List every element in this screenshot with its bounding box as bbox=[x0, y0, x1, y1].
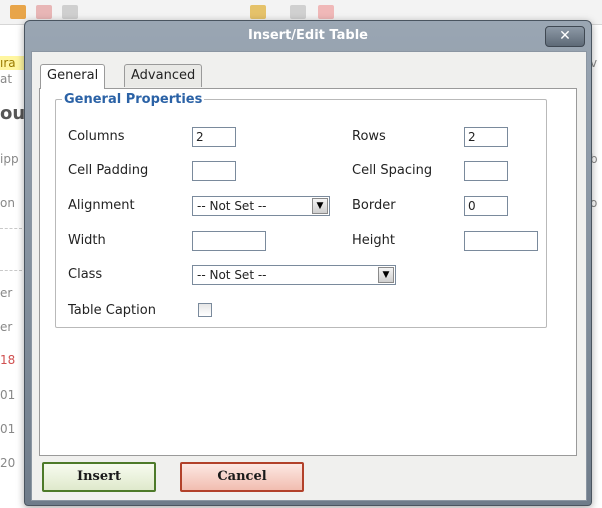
cancel-button[interactable]: Cancel bbox=[180, 462, 304, 492]
dialog-title: Insert/Edit Table bbox=[248, 28, 368, 43]
general-properties-fieldset: General Properties Columns Rows Cell Pad… bbox=[55, 92, 547, 328]
columns-input[interactable] bbox=[192, 127, 236, 147]
background-text: ıra bbox=[0, 56, 24, 70]
class-select[interactable]: -- Not Set -- ▼ bbox=[192, 265, 396, 285]
background-text: on bbox=[0, 196, 15, 210]
toolbar-icon bbox=[62, 5, 78, 19]
background-text: 18 bbox=[0, 353, 16, 367]
height-input[interactable] bbox=[464, 231, 538, 251]
chevron-down-icon[interactable]: ▼ bbox=[312, 198, 328, 214]
alignment-label: Alignment bbox=[68, 198, 135, 213]
fieldset-legend: General Properties bbox=[64, 92, 203, 107]
class-value: -- Not Set -- bbox=[197, 268, 267, 282]
table-caption-label: Table Caption bbox=[68, 303, 156, 318]
height-label: Height bbox=[352, 233, 395, 248]
rows-input[interactable] bbox=[464, 127, 508, 147]
background-text: at bbox=[0, 72, 13, 86]
toolbar-icon bbox=[36, 5, 52, 19]
alignment-value: -- Not Set -- bbox=[197, 199, 267, 213]
chevron-down-icon[interactable]: ▼ bbox=[378, 267, 394, 283]
toolbar-icon bbox=[290, 5, 306, 19]
background-text: 01 bbox=[0, 422, 16, 436]
dialog-titlebar[interactable]: Insert/Edit Table ✕ bbox=[25, 21, 591, 51]
cell-padding-input[interactable] bbox=[192, 161, 236, 181]
insert-edit-table-dialog: Insert/Edit Table ✕ General Advanced Gen… bbox=[24, 20, 592, 506]
cell-padding-label: Cell Padding bbox=[68, 163, 149, 178]
background-text: er bbox=[0, 286, 13, 300]
toolbar-icon bbox=[250, 5, 266, 19]
background-text: er bbox=[0, 320, 13, 334]
close-icon[interactable]: ✕ bbox=[545, 26, 585, 47]
width-label: Width bbox=[68, 233, 106, 248]
toolbar-icon bbox=[318, 5, 334, 19]
dialog-body: General Advanced General Properties Colu… bbox=[31, 51, 587, 501]
border-input[interactable] bbox=[464, 196, 508, 216]
class-label: Class bbox=[68, 267, 103, 282]
border-label: Border bbox=[352, 198, 396, 213]
background-divider bbox=[0, 270, 22, 271]
cell-spacing-label: Cell Spacing bbox=[352, 163, 433, 178]
background-text: ipp bbox=[0, 152, 19, 166]
background-text: 20 bbox=[0, 456, 16, 470]
toolbar-icon bbox=[10, 5, 26, 19]
cell-spacing-input[interactable] bbox=[464, 161, 508, 181]
general-tab-panel: General Properties Columns Rows Cell Pad… bbox=[39, 88, 577, 456]
table-caption-checkbox[interactable] bbox=[198, 303, 212, 317]
tab-general[interactable]: General bbox=[40, 64, 106, 89]
rows-label: Rows bbox=[352, 129, 386, 144]
columns-label: Columns bbox=[68, 129, 125, 144]
background-text: 01 bbox=[0, 388, 16, 402]
background-divider bbox=[0, 228, 22, 229]
alignment-select[interactable]: -- Not Set -- ▼ bbox=[192, 196, 330, 216]
background-text: ou bbox=[0, 103, 24, 124]
insert-button[interactable]: Insert bbox=[42, 462, 156, 492]
width-input[interactable] bbox=[192, 231, 266, 251]
tab-advanced[interactable]: Advanced bbox=[124, 64, 203, 87]
